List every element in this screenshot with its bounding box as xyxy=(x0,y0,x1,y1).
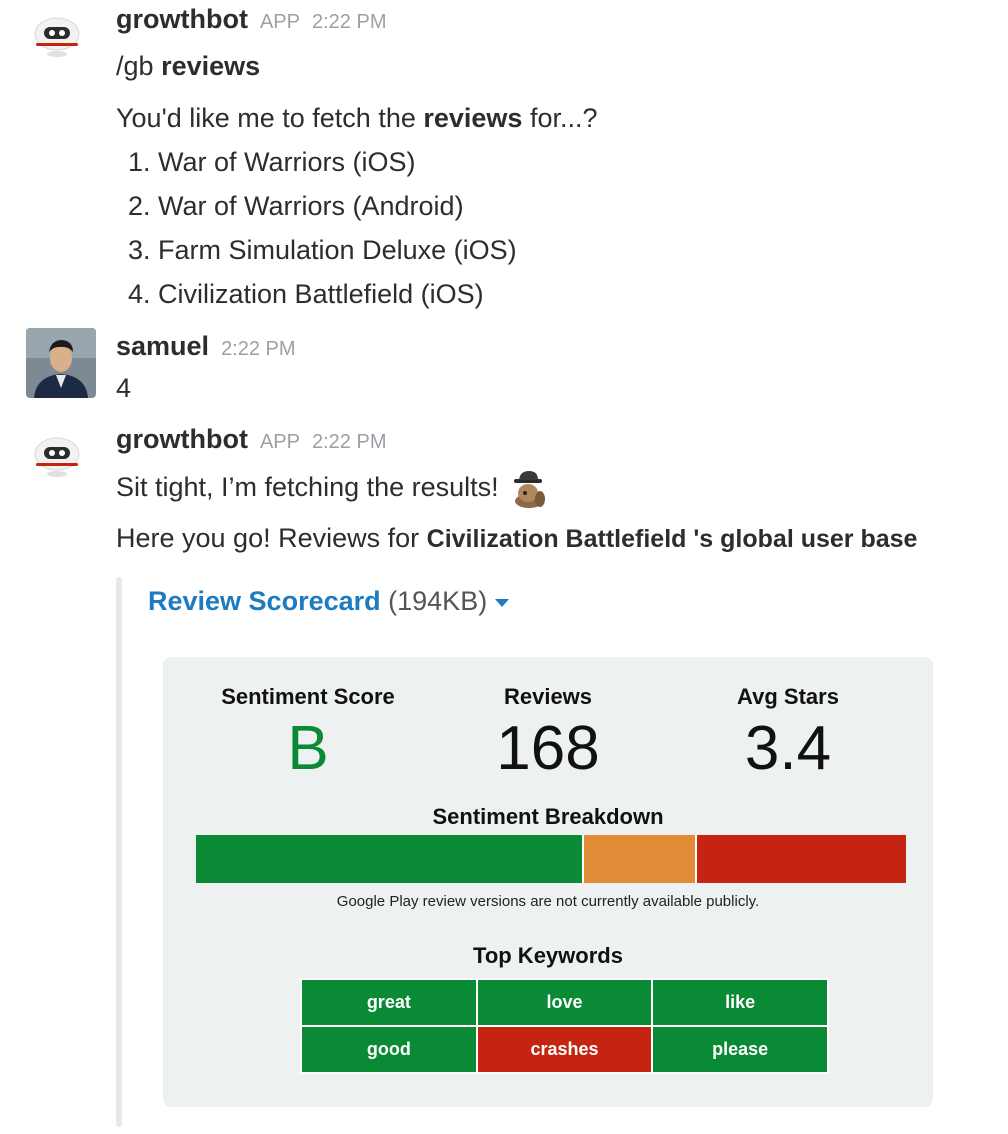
keyword-cell: great xyxy=(302,980,476,1025)
file-size: (194KB) xyxy=(388,586,488,616)
keyword-cell: crashes xyxy=(477,1027,652,1072)
keyword-cell: good xyxy=(302,1027,476,1072)
command-name: reviews xyxy=(161,51,261,81)
prompt-text: You'd like me to fetch the reviews for..… xyxy=(116,101,598,135)
positive-segment xyxy=(196,835,582,883)
author-name[interactable]: samuel xyxy=(116,331,209,361)
app-badge: APP xyxy=(259,11,300,33)
message-header: growthbot APP 2:22 PM xyxy=(116,424,386,460)
command-prefix: /gb xyxy=(116,51,154,81)
timestamp[interactable]: 2:22 PM xyxy=(312,431,386,453)
attachment-border xyxy=(116,577,122,1127)
file-link[interactable]: Review Scorecard (194KB) xyxy=(148,586,510,617)
command-text: /gb reviews xyxy=(116,49,260,83)
results-text: Here you go! Reviews for Civilization Ba… xyxy=(116,521,917,556)
option-item: 3. Farm Simulation Deluxe (iOS) xyxy=(128,235,517,265)
keyword-cell: love xyxy=(477,980,652,1025)
author-name[interactable]: growthbot xyxy=(116,424,248,454)
keywords-grid: great love like good crashes please xyxy=(300,978,829,1074)
timestamp[interactable]: 2:22 PM xyxy=(221,338,295,360)
option-item: 4. Civilization Battlefield (iOS) xyxy=(128,279,484,309)
chevron-down-icon[interactable] xyxy=(495,598,510,607)
negative-segment xyxy=(696,835,906,883)
prompt-after: for...? xyxy=(529,103,598,133)
prompt-bold: reviews xyxy=(423,103,523,133)
avg-stars-label: Avg Stars xyxy=(737,684,839,709)
availability-note: Google Play review versions are not curr… xyxy=(336,893,760,910)
reviews-label: Reviews xyxy=(503,684,593,709)
robot-avatar-icon[interactable] xyxy=(30,434,84,478)
top-keywords-title: Top Keywords xyxy=(473,943,623,968)
sentiment-breakdown-title: Sentiment Breakdown xyxy=(432,804,664,829)
neutral-segment xyxy=(581,835,697,883)
keyword-cell: please xyxy=(653,1027,827,1072)
detective-squirrel-emoji-icon xyxy=(514,471,546,508)
timestamp[interactable]: 2:22 PM xyxy=(312,11,386,33)
option-item: 1. War of Warriors (iOS) xyxy=(128,147,416,177)
author-name[interactable]: growthbot xyxy=(116,4,248,34)
app-badge: APP xyxy=(259,431,300,453)
user-avatar[interactable] xyxy=(26,328,96,398)
sentiment-score-value: B xyxy=(287,714,329,783)
status-message: Sit tight, I’m fetching the results! xyxy=(116,472,499,503)
message-header: growthbot APP 2:22 PM xyxy=(116,4,386,40)
avg-stars-value: 3.4 xyxy=(744,714,832,783)
results-prefix: Here you go! Reviews for xyxy=(116,523,420,553)
message-text: 4 xyxy=(116,373,132,403)
sentiment-breakdown-bar xyxy=(196,835,906,883)
reviews-value: 168 xyxy=(496,714,600,783)
option-item: 2. War of Warriors (Android) xyxy=(128,191,464,221)
review-scorecard-image[interactable]: Sentiment Score B Reviews 168 Avg Stars … xyxy=(163,657,933,1107)
robot-avatar-icon[interactable] xyxy=(30,14,84,58)
message-header: samuel 2:22 PM xyxy=(116,331,296,367)
status-text: Sit tight, I’m fetching the results! xyxy=(116,469,552,509)
sentiment-score-label: Sentiment Score xyxy=(221,684,395,709)
prompt-before: You'd like me to fetch the xyxy=(116,103,416,133)
file-title[interactable]: Review Scorecard xyxy=(148,586,381,616)
keyword-cell: like xyxy=(653,980,827,1025)
results-app-name: Civilization Battlefield 's global user … xyxy=(426,525,918,553)
